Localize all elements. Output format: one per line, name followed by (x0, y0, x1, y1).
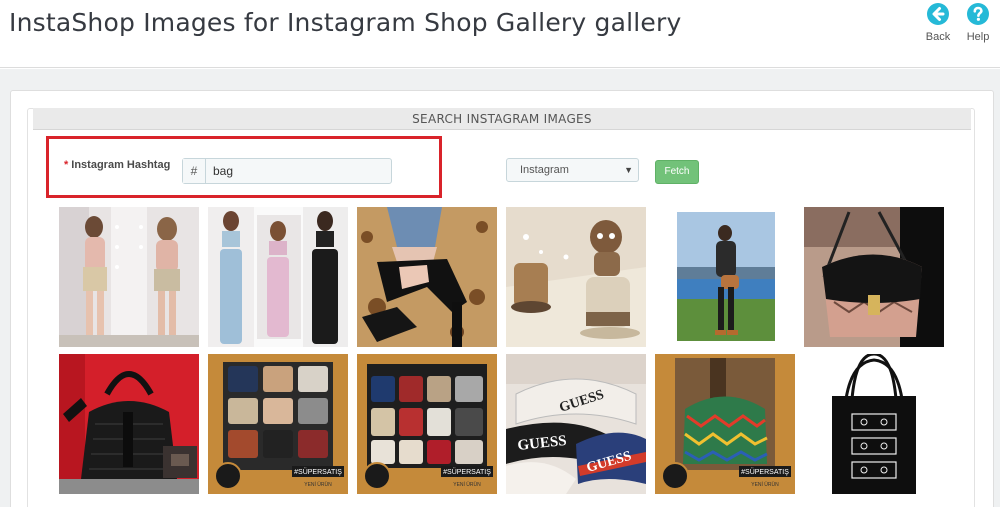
image-bags-shelf-1-picture: #SÜPERSATIŞ YENİ ÜRÜN (208, 354, 348, 494)
back-arrow-icon (927, 3, 949, 25)
image-doll-boots[interactable] (506, 207, 646, 347)
image-two-women-posing-picture (59, 207, 199, 347)
page-title: InstaShop Images for Instagram Shop Gall… (9, 8, 682, 37)
image-bags-shelf-2[interactable]: #SÜPERSATIŞ YENİ ÜRÜN (357, 354, 497, 494)
help-icon (967, 3, 989, 25)
image-black-handbag-picture (59, 354, 199, 494)
badge-text: #SÜPERSATIŞ (443, 468, 491, 476)
image-black-handbag[interactable] (59, 354, 199, 494)
image-bags-shelf-1[interactable]: #SÜPERSATIŞ YENİ ÜRÜN (208, 354, 348, 494)
source-select-value: Instagram (520, 164, 569, 176)
hashtag-input[interactable] (206, 159, 391, 183)
page-header: InstaShop Images for Instagram Shop Gall… (0, 0, 1000, 68)
image-three-women-outfits[interactable] (208, 207, 348, 347)
caret-down-icon: ▼ (624, 165, 633, 175)
back-label: Back (925, 31, 951, 43)
source-select[interactable]: Instagram ▼ (506, 158, 639, 182)
help-button[interactable]: Help (958, 3, 998, 43)
sub-text: YENİ ÜRÜN (453, 481, 481, 488)
image-patterned-bag-picture: #SÜPERSATIŞ YENİ ÜRÜN (655, 354, 795, 494)
image-snakeskin-bag-picture (804, 207, 944, 347)
image-two-women-posing[interactable] (59, 207, 199, 347)
back-button[interactable]: Back (918, 3, 958, 43)
badge-text: #SÜPERSATIŞ (294, 468, 342, 476)
help-label: Help (966, 31, 990, 43)
image-black-tote-picture (804, 354, 944, 494)
fetch-button[interactable]: Fetch (655, 160, 699, 184)
image-patterned-bag[interactable]: #SÜPERSATIŞ YENİ ÜRÜN (655, 354, 795, 494)
image-black-heels-picture (357, 207, 497, 347)
image-three-women-outfits-picture (208, 207, 348, 347)
section-heading: SEARCH INSTAGRAM IMAGES (33, 108, 971, 130)
image-bags-shelf-2-picture: #SÜPERSATIŞ YENİ ÜRÜN (357, 354, 497, 494)
image-woman-beach-bag-picture (655, 207, 795, 347)
required-mark: * (64, 159, 69, 171)
hashtag-label: * Instagram Hashtag (64, 159, 170, 171)
badge-text: #SÜPERSATIŞ (741, 468, 789, 476)
image-guess-belt-bags-picture: GUESS GUESS GUESS (506, 354, 646, 494)
image-woman-beach-bag[interactable] (655, 207, 795, 347)
image-guess-belt-bags[interactable]: GUESS GUESS GUESS (506, 354, 646, 494)
image-doll-boots-picture (506, 207, 646, 347)
hash-prefix: # (183, 159, 206, 183)
hashtag-input-group: # (182, 158, 392, 184)
image-black-tote[interactable] (804, 354, 944, 494)
sub-text: YENİ ÜRÜN (751, 481, 779, 488)
image-black-heels[interactable] (357, 207, 497, 347)
image-snakeskin-bag[interactable] (804, 207, 944, 347)
sub-text: YENİ ÜRÜN (304, 481, 332, 488)
hashtag-label-text: Instagram Hashtag (71, 159, 171, 171)
